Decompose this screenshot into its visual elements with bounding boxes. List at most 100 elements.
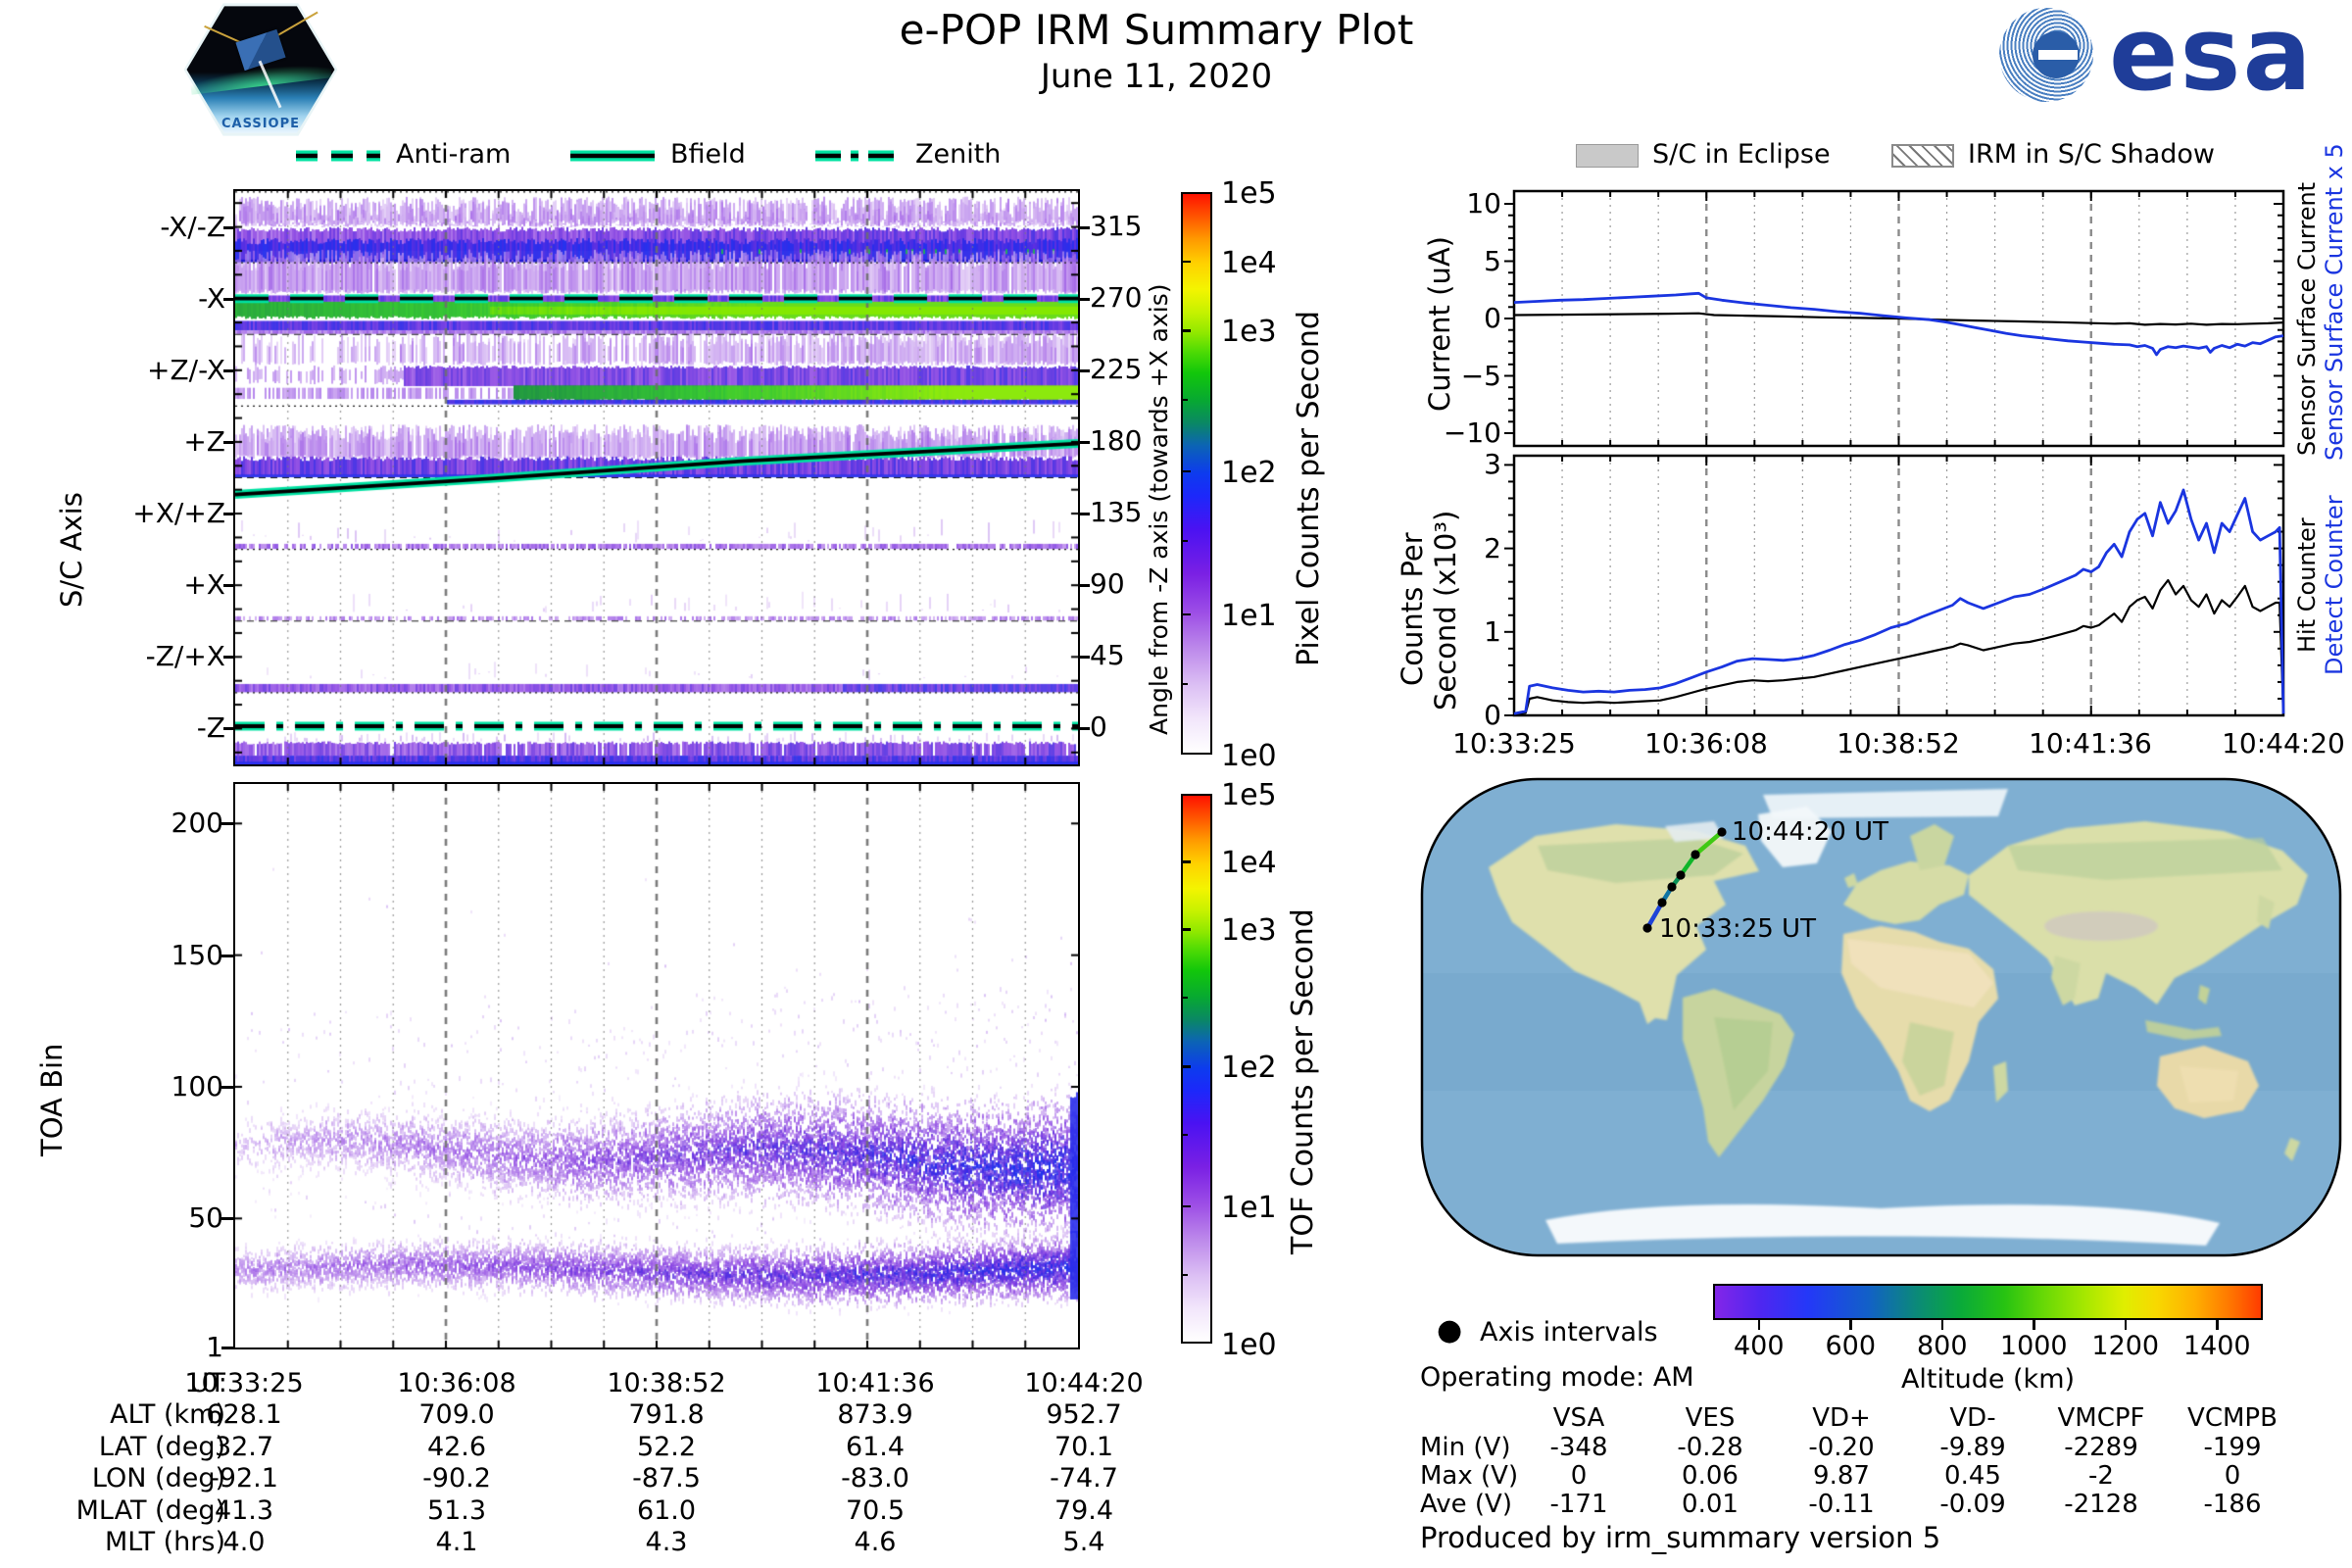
legend-item-anti-ram: Anti-ram bbox=[294, 139, 511, 170]
current-ytick-label: 0 bbox=[1484, 302, 1501, 334]
voltage-row-label: Max (V) bbox=[1420, 1461, 1519, 1491]
sc-axis-category-3: +Z/-X bbox=[147, 353, 225, 386]
esa-logo-icon: esa bbox=[1999, 0, 2332, 114]
solid-line-icon bbox=[570, 150, 655, 161]
voltage-cell: 0 bbox=[2224, 1461, 2241, 1491]
voltage-col-header: VD- bbox=[1949, 1403, 1996, 1433]
ephemeris-cell: -90.2 bbox=[422, 1463, 491, 1494]
voltage-cell: -2128 bbox=[2064, 1490, 2138, 1519]
dashed-line-icon bbox=[296, 150, 380, 161]
counts-ytick-label: 3 bbox=[1484, 448, 1501, 481]
cassiope-patch-label: CASSIOPE bbox=[220, 117, 301, 131]
eclipse-swatch-icon bbox=[1576, 143, 1639, 168]
pixel-counts-colorbar bbox=[1181, 192, 1212, 755]
ephemeris-cell: 52.2 bbox=[636, 1431, 697, 1462]
tick bbox=[1080, 225, 1090, 229]
angle-axis-label: Angle from -Z axis (towards +X axis) bbox=[1145, 283, 1173, 736]
tick bbox=[1181, 1204, 1191, 1208]
tick bbox=[1181, 260, 1191, 264]
tick bbox=[221, 1085, 233, 1089]
page-title: e-POP IRM Summary Plot bbox=[899, 6, 1414, 54]
ephemeris-cell: 5.4 bbox=[1062, 1527, 1105, 1557]
toa-ytick-label: 100 bbox=[171, 1069, 223, 1102]
colorbar-tick-label: 1e2 bbox=[1221, 455, 1277, 490]
tick bbox=[1849, 1320, 1852, 1330]
tof-counts-colorbar bbox=[1181, 794, 1212, 1344]
legend-item-label: Zenith bbox=[915, 139, 1002, 170]
tof-counts-colorbar-label: TOF Counts per Second bbox=[1286, 908, 1320, 1254]
current-ytick-label: −5 bbox=[1460, 359, 1501, 392]
toa-plot-frame bbox=[233, 782, 1080, 1349]
ephemeris-cell: -83.0 bbox=[841, 1463, 909, 1494]
toa-ytick-label: 1 bbox=[206, 1331, 223, 1363]
toa-ytick-label: 50 bbox=[188, 1201, 223, 1235]
axis-intervals-dot-icon: ● bbox=[1437, 1313, 1463, 1348]
tick bbox=[2124, 1320, 2128, 1330]
counts-ytick-label: 1 bbox=[1484, 614, 1501, 648]
sc-axis-category-6: +X bbox=[183, 568, 225, 602]
legend-item-bfield: Bfield bbox=[568, 139, 746, 170]
legend-item-label: Bfield bbox=[670, 139, 746, 170]
voltage-col-header: VSA bbox=[1552, 1403, 1605, 1433]
operating-mode-label: Operating mode: AM bbox=[1420, 1362, 1694, 1393]
voltage-cell: -9.89 bbox=[1939, 1433, 2006, 1462]
current-ytick-label: 5 bbox=[1484, 244, 1501, 277]
tick bbox=[1181, 539, 1188, 542]
tick bbox=[2216, 1320, 2219, 1330]
tick bbox=[1080, 368, 1090, 372]
voltage-row-label: Min (V) bbox=[1420, 1433, 1511, 1462]
sc-axis-category-5: +X/+Z bbox=[132, 497, 225, 530]
ephemeris-cell: 79.4 bbox=[1054, 1494, 1114, 1526]
voltage-cell: -0.09 bbox=[1939, 1490, 2006, 1519]
voltage-cell: 0.45 bbox=[1944, 1461, 2001, 1491]
voltage-cell: -186 bbox=[2203, 1490, 2262, 1519]
voltage-cell: -348 bbox=[1549, 1433, 1608, 1462]
ephemeris-cell: 952.7 bbox=[1046, 1399, 1122, 1431]
angle-tick-label: 270 bbox=[1090, 280, 1143, 314]
ephemeris-cell: 42.6 bbox=[426, 1431, 487, 1462]
ephemeris-cell: 4.3 bbox=[645, 1527, 688, 1557]
current-ytick-label: −10 bbox=[1443, 416, 1501, 449]
tick bbox=[1080, 656, 1090, 660]
ephemeris-cell: 791.8 bbox=[628, 1399, 705, 1431]
tick bbox=[1080, 727, 1090, 731]
legend-item-label: Anti-ram bbox=[396, 139, 512, 170]
tick bbox=[1181, 1133, 1188, 1136]
current-right-label: Sensor Surface Current bbox=[2293, 181, 2321, 456]
colorbar-tick-label: 1e2 bbox=[1221, 1051, 1277, 1086]
voltage-cell: -2 bbox=[2088, 1461, 2114, 1491]
tick bbox=[1080, 584, 1090, 588]
time-xtick-label: 10:38:52 bbox=[1837, 727, 1960, 760]
tick bbox=[1181, 1065, 1191, 1068]
tick bbox=[221, 822, 233, 826]
ephemeris-cell: 4.6 bbox=[854, 1527, 897, 1557]
shadow-swatch-icon bbox=[1891, 143, 1954, 168]
sc-axis-category-4: +Z bbox=[183, 424, 225, 458]
dashdot-line-icon bbox=[815, 150, 900, 161]
sc-axis-category-1: -X/-Z bbox=[160, 210, 225, 243]
voltage-col-header: VMCPF bbox=[2057, 1403, 2145, 1433]
altitude-tick-label: 1400 bbox=[2182, 1331, 2251, 1361]
ephemeris-cell: 709.0 bbox=[418, 1399, 495, 1431]
colorbar-tick-label: 1e3 bbox=[1221, 315, 1277, 350]
ephemeris-cell: 61.0 bbox=[636, 1494, 697, 1526]
tick bbox=[221, 954, 233, 957]
page-date: June 11, 2020 bbox=[1040, 57, 1273, 96]
altitude-colorbar-label: Altitude (km) bbox=[1900, 1364, 2076, 1395]
voltage-cell: 0.01 bbox=[1682, 1490, 1739, 1519]
ephemeris-cell: 4.0 bbox=[222, 1527, 266, 1557]
ephemeris-cell: -74.7 bbox=[1050, 1463, 1118, 1494]
esa-logo-text: esa bbox=[2109, 0, 2314, 114]
voltage-cell: 0 bbox=[1570, 1461, 1588, 1491]
ephemeris-cell: 10:44:20 bbox=[1024, 1368, 1144, 1398]
ephemeris-cell: 4.1 bbox=[435, 1527, 478, 1557]
ephemeris-cell: 51.3 bbox=[426, 1494, 487, 1526]
colorbar-tick-label: 1e0 bbox=[1221, 1328, 1277, 1362]
counts-ylabel-1: Counts Per bbox=[1396, 532, 1429, 686]
ephemeris-cell: -87.5 bbox=[632, 1463, 701, 1494]
cassiope-mission-patch-icon: CASSIOPE bbox=[182, 2, 339, 137]
time-xtick-label: 10:44:20 bbox=[2222, 727, 2345, 760]
track-end-time-label: 10:44:20 UT bbox=[1732, 817, 1888, 847]
legend-item-eclipse: S/C in Eclipse bbox=[1576, 139, 1831, 170]
angle-tick-label: 315 bbox=[1090, 209, 1143, 242]
